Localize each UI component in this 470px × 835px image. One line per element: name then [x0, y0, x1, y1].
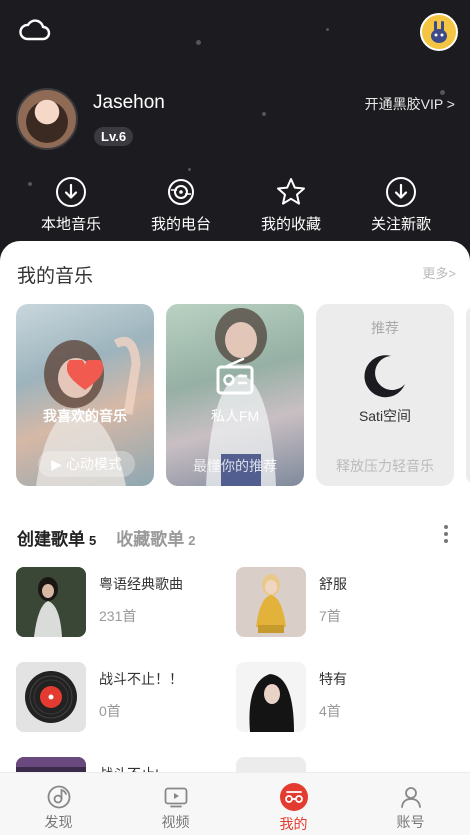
card-sati-space[interactable]: 推荐 Sati空间 释放压力轻音乐: [316, 304, 454, 486]
card-label: 我喜欢的音乐: [43, 408, 127, 424]
card-tag: 推荐: [371, 320, 399, 336]
heartbeat-mode-button[interactable]: ▶ 心动模式: [38, 451, 135, 477]
quick-label: 我的电台: [150, 216, 211, 233]
playlist-name: 舒服: [319, 576, 347, 592]
quick-my-radio[interactable]: 我的电台: [126, 176, 236, 234]
playlist-count: 7首: [319, 608, 341, 624]
more-link[interactable]: 更多>: [422, 263, 456, 282]
tab-label: 视频: [161, 814, 190, 830]
decor-star: [188, 168, 191, 171]
tab-created-playlists[interactable]: 创建歌单 5: [17, 530, 96, 549]
music-disc-icon: [47, 785, 70, 809]
tab-discover[interactable]: 发现: [0, 773, 117, 835]
playlist-count: 0首: [99, 703, 121, 719]
playlist-count: 231首: [99, 608, 137, 624]
playlist-tabs: 创建歌单 5 收藏歌单 2: [17, 525, 195, 550]
download-circle-icon: [56, 177, 86, 207]
heart-icon: [67, 360, 103, 390]
tab-mine[interactable]: 我的: [235, 773, 352, 835]
playlist-cover: [236, 567, 306, 637]
card-label: Sati空间: [358, 408, 412, 424]
level-badge: Lv.6: [94, 127, 134, 146]
quick-label: 本地音乐: [40, 216, 101, 233]
card-subtitle: 释放压力轻音乐: [336, 458, 434, 474]
quick-label: 我的收藏: [260, 216, 321, 233]
playlist-item[interactable]: 特有 4首: [236, 662, 446, 732]
playlist-name: 战斗不止！！: [99, 671, 183, 687]
bottom-tab-bar: 发现 视频 我的 账号: [0, 772, 470, 835]
content-sheet: 我的音乐 更多> 我喜欢的音乐 ▶ 心动模式 私人FM 最懂你的推荐 推荐 Sa…: [0, 241, 470, 835]
moon-icon: [364, 355, 405, 398]
download-circle-icon: [386, 177, 416, 207]
playlist-name: 粤语经典歌曲: [99, 576, 183, 592]
playlist-item[interactable]: 战斗不止！！ 0首: [16, 662, 226, 732]
tab-label: 发现: [44, 814, 73, 830]
radio-disc-icon: [168, 179, 194, 205]
decor-star: [262, 112, 266, 116]
quick-label: 关注新歌: [370, 216, 431, 233]
username[interactable]: Jasehon: [93, 92, 165, 114]
vinyl-record-icon: [16, 662, 86, 732]
tab-label: 我的: [279, 816, 308, 832]
vip-link[interactable]: 开通黑胶VIP >: [365, 94, 455, 114]
card-next[interactable]: [466, 304, 470, 486]
star-icon: [277, 178, 305, 205]
tab-video[interactable]: 视频: [117, 773, 234, 835]
decor-star: [326, 28, 329, 31]
playlist-cover: [236, 662, 306, 732]
radio-icon: [216, 357, 254, 395]
user-icon: [400, 787, 421, 808]
tab-label: 账号: [396, 814, 425, 830]
tab-collected-playlists[interactable]: 收藏歌单 2: [116, 530, 195, 549]
card-label: 私人FM: [210, 408, 260, 424]
playlist-count: 4首: [319, 703, 341, 719]
decor-star: [196, 40, 201, 45]
quick-follow-new-songs[interactable]: 关注新歌: [346, 176, 456, 234]
card-liked-music[interactable]: 我喜欢的音乐 ▶ 心动模式: [16, 304, 154, 486]
video-play-icon: [164, 787, 187, 808]
card-subtitle: 最懂你的推荐: [193, 458, 277, 474]
mini-avatar[interactable]: [420, 13, 458, 51]
quick-local-music[interactable]: 本地音乐: [16, 176, 126, 234]
card-personal-fm[interactable]: 私人FM 最懂你的推荐: [166, 304, 304, 486]
cloud-icon[interactable]: [18, 16, 52, 46]
section-title-my-music: 我的音乐: [17, 265, 94, 287]
mine-logo-icon: [279, 783, 308, 811]
user-avatar[interactable]: [16, 88, 78, 150]
more-options-icon[interactable]: [444, 525, 450, 546]
quick-my-favorites[interactable]: 我的收藏: [236, 176, 346, 234]
profile-header: Jasehon Lv.6 开通黑胶VIP > 本地音乐 我的电台 我的收藏 关注…: [0, 0, 470, 280]
playlist-name: 特有: [319, 671, 347, 687]
playlist-cover: [16, 567, 86, 637]
playlist-item[interactable]: 粤语经典歌曲 231首: [16, 567, 226, 637]
playlist-item[interactable]: 舒服 7首: [236, 567, 446, 637]
tab-account[interactable]: 账号: [352, 773, 469, 835]
